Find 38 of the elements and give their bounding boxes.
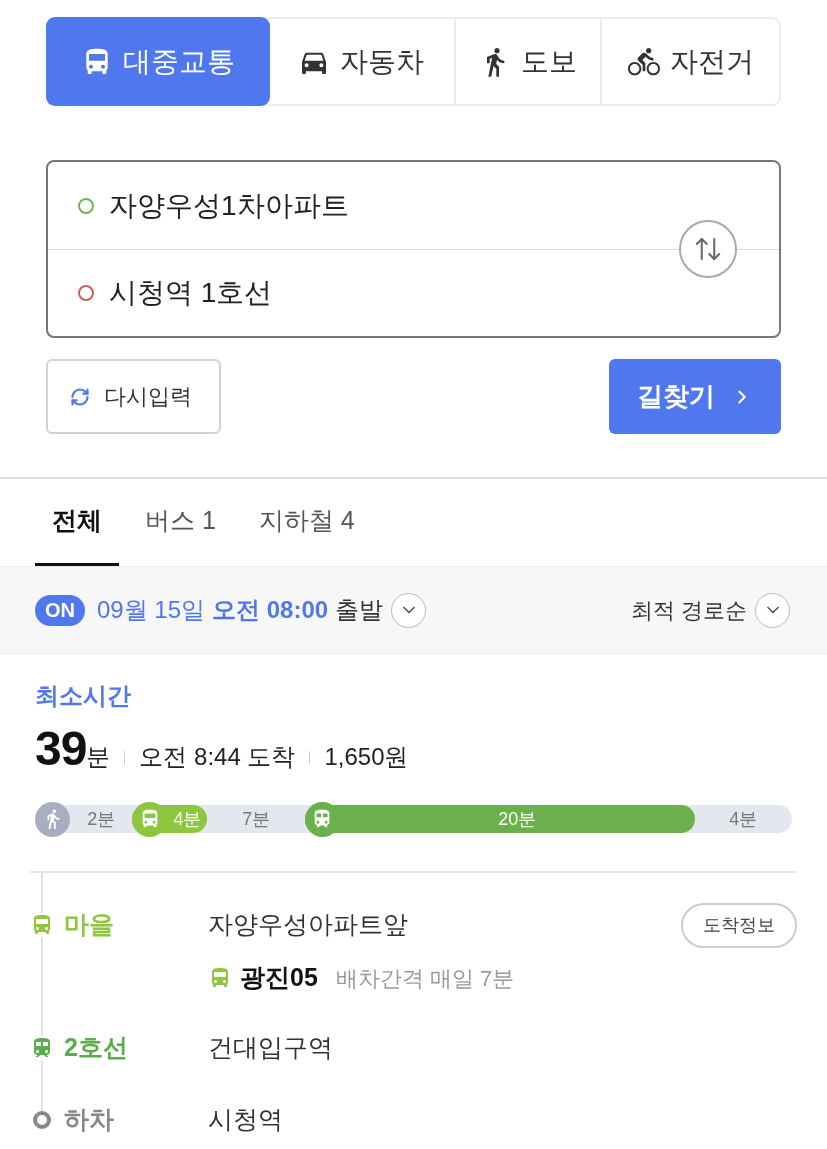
fare-text: 1,650원 [324,742,409,772]
sort-label: 최적 경로순 [630,596,747,625]
step-label: 하차 [64,1104,114,1136]
dropdown-button[interactable] [755,592,790,628]
departure-date: 09월 15일 [97,595,206,625]
reset-button[interactable]: 다시입력 [46,359,221,434]
mode-tab[interactable]: 자전거 [600,19,779,104]
step-label: 마을 [64,909,114,941]
summary-label: 최소시간 [35,681,131,711]
duration-text: 7분 [242,807,271,831]
departure-label: 출발 [335,595,384,625]
arrival-time: 오전 8:44 도착 [139,742,296,772]
search-button[interactable]: 길찾기 [609,359,781,434]
status-badge: ON [35,594,85,626]
dropdown-button[interactable] [391,592,427,628]
duration-text: 4분 [729,807,758,831]
step-label: 2호선 [64,1032,128,1064]
mode-tab[interactable]: 도보 [454,19,600,104]
route-number: 광진05 [240,962,318,994]
duration-text: 2분 [87,807,116,831]
stop-name: 건대입구역 [208,1032,333,1064]
result-tab[interactable]: 지하철 4 [241,479,372,566]
cyclist-icon [627,45,660,78]
duration-value: 39 [35,725,87,773]
refresh-icon [70,386,90,407]
origin-field[interactable]: 자양우성1차아파트 [48,162,779,249]
interval-text: 배차간격 매일 7분 [335,964,515,993]
arrival-info-button[interactable]: 도착정보 [681,902,797,948]
departure-time: 오전 08:00 [212,595,329,625]
mode-tab[interactable]: 자동차 [268,19,454,104]
mode-tab[interactable]: 대중교통 [46,17,270,106]
swap-button[interactable] [679,220,737,278]
duration-text: 4분 [173,807,202,831]
result-tab[interactable]: 버스 1 [128,479,233,566]
duration-text: 20분 [498,807,537,831]
stop-name: 자양우성아파트앞 [208,909,408,941]
stop-name: 시청역 [208,1104,283,1136]
duration-unit: 분 [86,743,111,772]
